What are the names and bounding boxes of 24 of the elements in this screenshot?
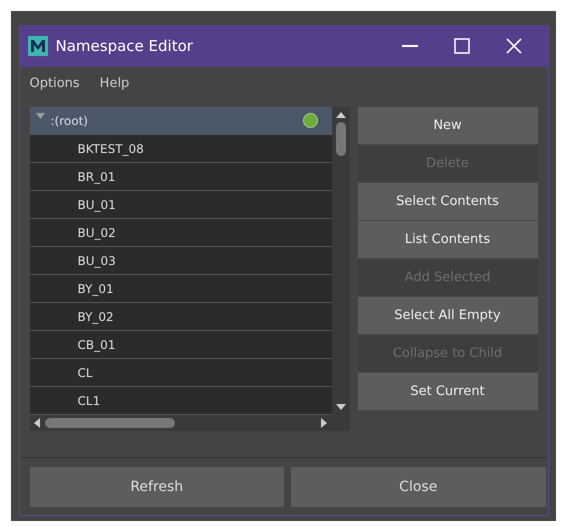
maximize-icon bbox=[454, 38, 470, 54]
menu-item[interactable]: Help bbox=[100, 76, 130, 90]
scroll-right-icon[interactable] bbox=[320, 418, 328, 428]
tree-item[interactable]: :(root) bbox=[30, 107, 332, 135]
scroll-down-icon[interactable] bbox=[336, 403, 346, 411]
scroll-left-icon[interactable] bbox=[32, 418, 40, 428]
minimize-icon bbox=[402, 45, 418, 47]
action-button[interactable]: Select Contents bbox=[358, 183, 538, 221]
action-button[interactable]: Set Current bbox=[358, 373, 538, 411]
scroll-thumb[interactable] bbox=[336, 122, 346, 156]
action-button[interactable]: Select All Empty bbox=[358, 297, 538, 335]
close-icon bbox=[506, 38, 522, 54]
action-button[interactable]: New bbox=[358, 107, 538, 145]
horizontal-scrollbar[interactable] bbox=[30, 415, 350, 431]
vertical-scrollbar[interactable] bbox=[332, 107, 350, 415]
footer-button[interactable]: Close bbox=[291, 467, 546, 507]
action-button[interactable]: List Contents bbox=[358, 221, 538, 259]
menu-item[interactable]: Options bbox=[30, 76, 80, 90]
app-logo-icon bbox=[28, 36, 48, 56]
scroll-up-icon[interactable] bbox=[336, 111, 346, 119]
scroll-thumb[interactable] bbox=[44, 418, 174, 428]
expand-arrow-icon[interactable] bbox=[36, 113, 44, 120]
window-title: Namespace Editor bbox=[56, 37, 194, 55]
footer-button[interactable]: Refresh bbox=[30, 467, 284, 507]
